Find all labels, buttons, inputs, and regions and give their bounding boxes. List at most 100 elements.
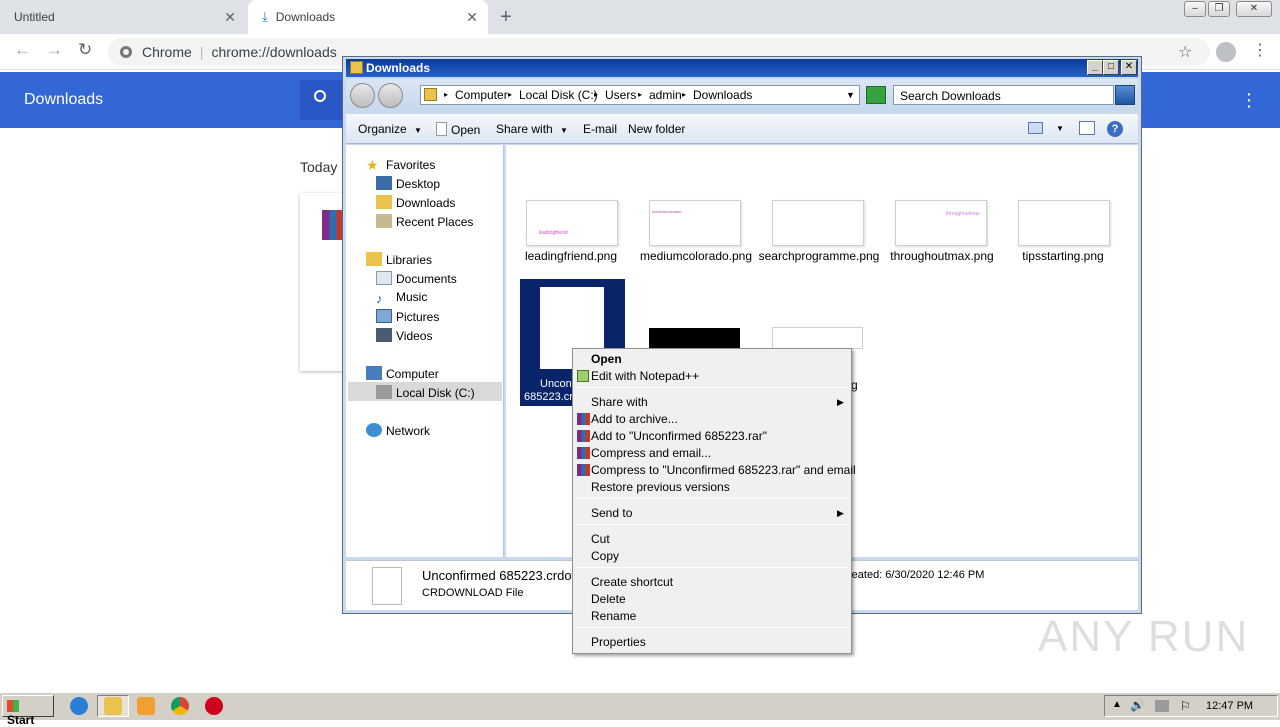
preview-pane-icon[interactable] bbox=[1079, 121, 1095, 135]
maximize-button[interactable]: □ bbox=[1103, 60, 1119, 75]
avatar[interactable] bbox=[1216, 42, 1236, 62]
forward-button[interactable] bbox=[378, 83, 403, 108]
menu-item-restore-versions[interactable]: Restore previous versions bbox=[591, 480, 730, 494]
search-input[interactable]: Search Downloads bbox=[893, 85, 1114, 105]
file-name[interactable]: mediumcolorado.png bbox=[634, 250, 758, 263]
clock[interactable]: 12:47 PM bbox=[1206, 700, 1253, 712]
tab-label: Downloads bbox=[275, 10, 336, 24]
media-player-icon[interactable] bbox=[137, 697, 155, 715]
reload-icon[interactable]: ↻ bbox=[78, 40, 92, 60]
chevron-down-icon[interactable]: ▼ bbox=[1056, 124, 1064, 133]
breadcrumb-users[interactable]: Users bbox=[605, 88, 636, 102]
file-thumbnail[interactable] bbox=[1018, 200, 1110, 246]
share-with-button[interactable]: Share with ▼ bbox=[496, 122, 568, 136]
nav-label: Desktop bbox=[396, 177, 441, 191]
back-button[interactable] bbox=[350, 83, 375, 108]
breadcrumb-computer[interactable]: Computer bbox=[455, 88, 508, 102]
search-icon[interactable] bbox=[1115, 85, 1135, 105]
breadcrumb-admin[interactable]: admin bbox=[649, 88, 682, 102]
menu-item-cut[interactable]: Cut bbox=[591, 532, 610, 546]
file-name[interactable]: searchprogramme.png bbox=[757, 250, 881, 263]
file-name[interactable]: g bbox=[851, 378, 858, 392]
new-folder-button[interactable]: New folder bbox=[628, 122, 685, 136]
antivirus-icon[interactable] bbox=[205, 697, 223, 715]
organize-button[interactable]: Organize ▼ bbox=[358, 122, 422, 136]
libraries-icon bbox=[366, 252, 382, 266]
document-icon bbox=[436, 122, 447, 136]
restore-button[interactable]: ❐ bbox=[1208, 1, 1230, 17]
menu-item-send-to[interactable]: Send to bbox=[591, 506, 632, 520]
chrome-icon[interactable] bbox=[171, 697, 189, 715]
menu-separator bbox=[576, 567, 848, 568]
menu-item-open[interactable]: Open bbox=[591, 352, 622, 366]
file-thumbnail[interactable] bbox=[772, 327, 863, 349]
file-thumbnail[interactable] bbox=[649, 328, 740, 350]
file-thumbnail[interactable]: leadingfriend bbox=[526, 200, 618, 246]
tab-untitled[interactable]: Untitled ✕ bbox=[0, 0, 246, 34]
close-window-button[interactable]: ✕ bbox=[1236, 1, 1272, 17]
menu-item-create-shortcut[interactable]: Create shortcut bbox=[591, 575, 673, 589]
forward-icon[interactable]: → bbox=[46, 40, 63, 60]
file-name[interactable]: throughoutmax.png bbox=[880, 250, 1004, 263]
close-icon[interactable]: ✕ bbox=[466, 9, 478, 26]
search-icon bbox=[314, 90, 326, 102]
chevron-down-icon[interactable]: ▼ bbox=[846, 90, 855, 100]
menu-item-delete[interactable]: Delete bbox=[591, 592, 626, 606]
refresh-icon[interactable] bbox=[866, 86, 886, 104]
menu-item-share-with[interactable]: Share with bbox=[591, 395, 648, 409]
menu-item-edit-notepad[interactable]: Edit with Notepad++ bbox=[591, 369, 699, 383]
network-icon[interactable] bbox=[1155, 700, 1169, 712]
menu-icon[interactable]: ⋮ bbox=[1252, 40, 1268, 60]
chevron-right-icon: ▸ bbox=[682, 90, 687, 99]
nav-music[interactable]: ♪ Music bbox=[376, 290, 427, 306]
nav-libraries[interactable]: Libraries bbox=[366, 252, 432, 267]
back-icon[interactable]: ← bbox=[14, 40, 31, 60]
menu-item-compress-email[interactable]: Compress and email... bbox=[591, 446, 711, 460]
more-icon[interactable]: ⋮ bbox=[1240, 90, 1258, 111]
nav-recent-places[interactable]: Recent Places bbox=[376, 214, 473, 229]
start-button[interactable]: Start bbox=[2, 695, 54, 727]
document-icon bbox=[372, 567, 402, 605]
menu-item-copy[interactable]: Copy bbox=[591, 549, 619, 563]
breadcrumb-local-disk[interactable]: Local Disk (C:) bbox=[519, 88, 598, 102]
breadcrumb-downloads[interactable]: Downloads bbox=[693, 88, 752, 102]
menu-item-properties[interactable]: Properties bbox=[591, 635, 646, 649]
tab-downloads[interactable]: ⤓ Downloads ✕ bbox=[248, 0, 488, 34]
star-icon[interactable]: ☆ bbox=[1178, 42, 1192, 62]
close-button[interactable]: ✕ bbox=[1121, 60, 1137, 75]
volume-icon[interactable]: 🔊 bbox=[1130, 698, 1145, 712]
file-thumbnail[interactable]: mediumcolorado bbox=[649, 200, 741, 246]
nav-computer[interactable]: Computer bbox=[366, 366, 439, 381]
nav-favorites[interactable]: ★ Favorites bbox=[366, 157, 435, 173]
menu-item-add-rar[interactable]: Add to "Unconfirmed 685223.rar" bbox=[591, 429, 767, 443]
documents-icon bbox=[376, 271, 392, 285]
menu-item-compress-rar-email[interactable]: Compress to "Unconfirmed 685223.rar" and… bbox=[591, 463, 856, 477]
minimize-button[interactable]: _ bbox=[1087, 60, 1103, 75]
ie-icon[interactable] bbox=[70, 697, 88, 715]
file-thumbnail[interactable] bbox=[772, 200, 864, 246]
help-icon[interactable]: ? bbox=[1107, 121, 1123, 137]
email-button[interactable]: E-mail bbox=[583, 122, 617, 136]
file-name[interactable]: leadingfriend.png bbox=[511, 250, 631, 263]
file-thumbnail[interactable]: throughoutmax bbox=[895, 200, 987, 246]
nav-local-disk[interactable]: Local Disk (C:) bbox=[376, 385, 475, 400]
menu-item-rename[interactable]: Rename bbox=[591, 609, 636, 623]
nav-downloads[interactable]: Downloads bbox=[376, 195, 455, 210]
minimize-button[interactable]: – bbox=[1184, 1, 1206, 17]
flag-icon[interactable]: ⚐ bbox=[1180, 699, 1191, 713]
nav-documents[interactable]: Documents bbox=[376, 271, 457, 286]
new-tab-button[interactable]: + bbox=[500, 6, 512, 29]
nav-network[interactable]: Network bbox=[366, 423, 430, 438]
nav-videos[interactable]: Videos bbox=[376, 328, 432, 343]
close-icon[interactable]: ✕ bbox=[224, 9, 236, 26]
chevron-up-icon[interactable]: ▲ bbox=[1112, 699, 1122, 710]
search-button[interactable] bbox=[300, 80, 344, 120]
title-bar[interactable] bbox=[346, 59, 1138, 77]
nav-pictures[interactable]: Pictures bbox=[376, 309, 439, 324]
file-name[interactable]: tipsstarting.png bbox=[1003, 250, 1123, 263]
view-icon[interactable] bbox=[1028, 122, 1043, 134]
nav-label: Favorites bbox=[386, 158, 436, 172]
menu-item-add-archive[interactable]: Add to archive... bbox=[591, 412, 678, 426]
open-button[interactable]: Open bbox=[436, 122, 480, 137]
nav-desktop[interactable]: Desktop bbox=[376, 176, 440, 191]
